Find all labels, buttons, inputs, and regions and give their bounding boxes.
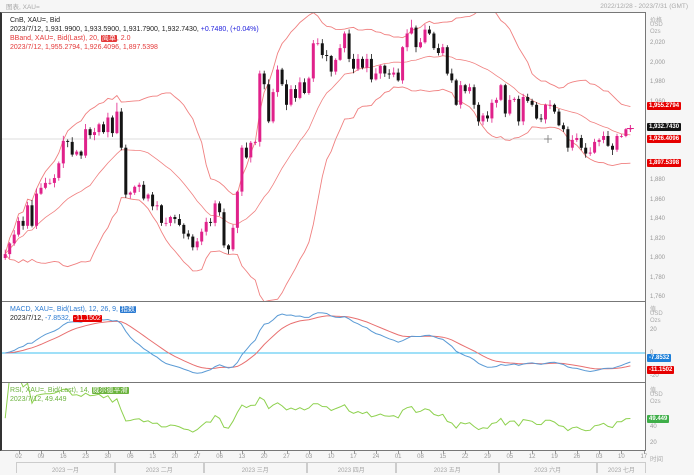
date-range-label: 2022/12/28 - 2023/7/31 (GMT): [600, 3, 688, 10]
time-tick-label: 17: [346, 454, 362, 460]
time-tick-label: 13: [145, 454, 161, 460]
axis-tick-label: -20: [650, 373, 690, 379]
time-tick-label: 29: [480, 454, 496, 460]
rsi-chart[interactable]: [2, 383, 645, 450]
axis-tick-label: 1,980: [650, 79, 690, 85]
time-tick-label: 08: [413, 454, 429, 460]
month-label: 2023 七月: [597, 462, 646, 473]
axis-tick-label: 1,780: [650, 275, 690, 281]
time-tick-label: 20: [256, 454, 272, 460]
month-label: 2023 四月: [307, 462, 396, 473]
axis-unit-label: Ozs: [650, 318, 690, 324]
time-tick-label: 19: [547, 454, 563, 460]
time-tick-label: 10: [613, 454, 629, 460]
time-tick-label: 09: [33, 454, 49, 460]
axis-price-badge: -11.1502: [647, 366, 674, 374]
axis-unit-label: Ozs: [650, 399, 690, 405]
time-tick-label: 26: [569, 454, 585, 460]
time-tick-label: 27: [279, 454, 295, 460]
time-tick-label: 06: [212, 454, 228, 460]
macd-panel[interactable]: MACD, XAU=, Bid(Last), 12, 26, 9, 指数 202…: [2, 302, 645, 382]
axis-unit-label: USD: [650, 22, 690, 28]
time-axis-label: 时间: [650, 453, 663, 463]
time-tick-label: 23: [78, 454, 94, 460]
time-tick-label: 06: [122, 454, 138, 460]
axis-tick-label: 1,840: [650, 216, 690, 222]
time-tick-label: 02: [11, 454, 27, 460]
month-label: 2023 三月: [204, 462, 307, 473]
chart-window: 图表, XAU= 2022/12/28 - 2023/7/31 (GMT) Cn…: [0, 0, 694, 475]
candlestick-chart[interactable]: [2, 13, 645, 301]
bollinger-bands: [5, 13, 630, 301]
chart-title: 图表, XAU=: [6, 1, 40, 11]
macd-chart[interactable]: [2, 302, 645, 382]
axis-price-badge: 1,932.7430: [647, 123, 681, 131]
last-price-marker-icon: [627, 125, 634, 132]
price-panel[interactable]: CnB, XAU=, Bid 2023/7/12, 1,931.9900, 1,…: [2, 13, 645, 301]
time-tick-label: 15: [435, 454, 451, 460]
time-tick-label: 13: [234, 454, 250, 460]
axis-unit-label: USD: [650, 392, 690, 398]
axis-tick-label: 20: [650, 327, 690, 333]
candlestick-series: [4, 20, 632, 260]
month-label: 2023 二月: [115, 462, 204, 473]
price-axis[interactable]: 价格USDOzs2,0202,0001,9801,9601,8801,8601,…: [646, 12, 694, 475]
month-label: 2023 六月: [499, 462, 597, 473]
axis-tick-label: 2,000: [650, 60, 690, 66]
time-tick-label: 24: [368, 454, 384, 460]
month-label: 2023 一月: [16, 462, 114, 473]
axis-tick-label: 1,800: [650, 255, 690, 261]
axis-tick-label: 1,760: [650, 294, 690, 300]
window-title-bar: 图表, XAU= 2022/12/28 - 2023/7/31 (GMT): [0, 0, 694, 12]
chart-frame: CnB, XAU=, Bid 2023/7/12, 1,931.9900, 1,…: [0, 12, 646, 451]
axis-tick-label: 1,860: [650, 197, 690, 203]
axis-price-badge: 1,955.2794: [647, 102, 681, 110]
time-tick-label: 30: [100, 454, 116, 460]
time-tick-label: 22: [457, 454, 473, 460]
axis-price-badge: 1,926.4096: [647, 135, 681, 143]
time-axis[interactable]: 02 09 16 23 30 06 13 20 27 06 13 20 27 03 10 17 24 01 08 15…: [0, 451, 646, 475]
axis-unit-label: Ozs: [650, 29, 690, 35]
time-tick-label: 27: [189, 454, 205, 460]
time-tick-label: 03: [301, 454, 317, 460]
axis-price-badge: 49.449: [647, 415, 669, 423]
axis-price-badge: -7.8532: [647, 354, 671, 362]
time-tick-label: 16: [55, 454, 71, 460]
time-tick-label: 20: [167, 454, 183, 460]
axis-price-badge: 1,897.5398: [647, 159, 681, 167]
axis-tick-label: 1,820: [650, 236, 690, 242]
time-tick-label: 12: [524, 454, 540, 460]
month-label: 2023 五月: [396, 462, 499, 473]
time-tick-label: 10: [323, 454, 339, 460]
rsi-panel[interactable]: RSI, XAU=, Bid(Last), 14, 威尔德平滑 2023/7/1…: [2, 383, 645, 450]
axis-tick-label: 2,020: [650, 40, 690, 46]
time-tick-label: 01: [390, 454, 406, 460]
axis-tick-label: 20: [650, 440, 690, 446]
axis-unit-label: USD: [650, 311, 690, 317]
time-tick-label: 03: [591, 454, 607, 460]
axis-tick-label: 1,880: [650, 177, 690, 183]
time-tick-label: 05: [502, 454, 518, 460]
axis-tick-label: 40: [650, 424, 690, 430]
